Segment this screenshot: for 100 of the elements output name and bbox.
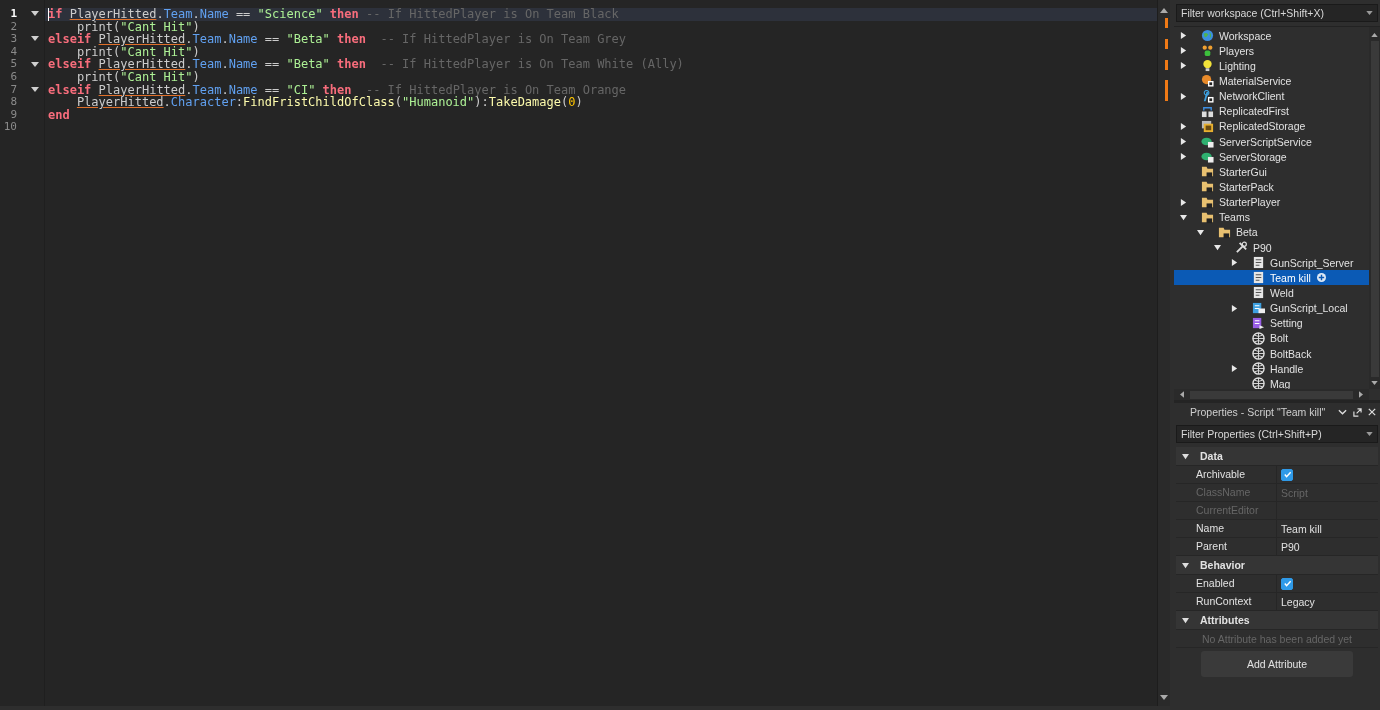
globe-icon xyxy=(1201,29,1214,43)
tree-item[interactable]: StarterGui xyxy=(1174,164,1369,180)
tree-item[interactable]: Beta xyxy=(1174,224,1369,240)
scrollbar[interactable] xyxy=(1157,0,1170,706)
expand-arrow-icon[interactable] xyxy=(1180,32,1187,40)
filter-field[interactable]: Filter workspace (Ctrl+Shift+X) xyxy=(1176,4,1378,22)
expand-arrow-icon[interactable] xyxy=(1180,122,1187,130)
expand-arrow-icon[interactable] xyxy=(1180,62,1187,70)
script-icon xyxy=(1252,271,1265,285)
line-number: 10 xyxy=(2,121,17,134)
property-value[interactable]: Legacy xyxy=(1281,595,1315,608)
material-icon xyxy=(1201,74,1214,88)
expand-arrow-icon[interactable] xyxy=(1180,138,1187,146)
property-value[interactable]: P90 xyxy=(1281,540,1300,553)
code-line: if PlayerHitted.Team.Name == "Science" then -- If HittedPlayer is On Team Black xyxy=(48,7,619,21)
folder-icon xyxy=(1218,225,1231,239)
collapse-arrow-icon[interactable] xyxy=(1182,561,1189,569)
modulescript-icon xyxy=(1252,316,1265,330)
code-line: print("Cant Hit") xyxy=(76,69,200,84)
collapse-arrow-icon[interactable] xyxy=(1182,616,1189,624)
fold-arrow-icon[interactable] xyxy=(31,60,39,69)
expand-arrow-icon[interactable] xyxy=(1231,304,1238,312)
scroll-up-arrow-icon[interactable] xyxy=(1371,33,1378,37)
expand-arrow-icon[interactable] xyxy=(1231,259,1238,267)
fold-arrow-icon[interactable] xyxy=(31,85,39,94)
checkbox[interactable] xyxy=(1281,577,1293,590)
localscript-icon xyxy=(1252,301,1265,315)
horizontal-scrollbar[interactable] xyxy=(1174,389,1369,400)
line-number: 6 xyxy=(9,70,17,84)
section-header[interactable]: Attributes xyxy=(1176,611,1378,630)
expand-arrow-icon[interactable] xyxy=(1180,153,1187,161)
players-icon xyxy=(1201,44,1214,58)
network-icon xyxy=(1201,89,1214,103)
code-line: elseif PlayerHitted.Team.Name == "CI" then -- If HittedPlayer is On Team Orange xyxy=(48,82,627,97)
scrollbar[interactable] xyxy=(1369,27,1380,389)
expand-arrow-icon[interactable] xyxy=(1214,244,1221,252)
property-name: CurrentEditor xyxy=(1176,502,1277,519)
tree-item[interactable]: NetworkClient xyxy=(1174,88,1369,104)
tree-item[interactable]: StarterPack xyxy=(1174,179,1369,195)
part-icon xyxy=(1252,347,1265,360)
expand-arrow-icon[interactable] xyxy=(1231,365,1238,373)
line-number: 2 xyxy=(9,20,17,34)
scroll-right-arrow-icon[interactable] xyxy=(1359,391,1363,398)
tree-item[interactable]: Bolt xyxy=(1174,330,1369,346)
tree-item[interactable]: GunScript_Local xyxy=(1174,300,1369,316)
filter-field[interactable]: Filter Properties (Ctrl+Shift+P) xyxy=(1176,425,1378,443)
tree-item[interactable]: Weld xyxy=(1174,285,1369,301)
tree-item[interactable]: Workspace xyxy=(1174,28,1369,44)
close-icon[interactable] xyxy=(1368,408,1376,416)
tree-item[interactable]: GunScript_Server xyxy=(1174,255,1369,271)
code-line: print("Cant Hit") xyxy=(76,44,200,59)
checkbox[interactable] xyxy=(1281,468,1293,481)
property-name: RunContext xyxy=(1176,593,1277,610)
tree-item[interactable]: P90 xyxy=(1174,239,1369,256)
change-marker xyxy=(1165,60,1168,70)
dropdown-arrow-icon[interactable] xyxy=(1366,11,1373,15)
scroll-up-arrow-icon[interactable] xyxy=(1160,8,1168,13)
code-line: print("Cant Hit") xyxy=(76,19,200,34)
add-icon[interactable] xyxy=(1316,273,1326,283)
section-header[interactable]: Data xyxy=(1176,447,1378,466)
expand-arrow-icon[interactable] xyxy=(1180,92,1187,100)
line-number: 1 xyxy=(9,8,17,21)
code-line: elseif PlayerHitted.Team.Name == "Beta" then -- If HittedPlayer is On Team Grey xyxy=(48,32,627,47)
code-line: elseif PlayerHitted.Team.Name == "Beta" then -- If HittedPlayer is On Team White (Ally) xyxy=(48,57,684,72)
expand-arrow-icon[interactable] xyxy=(1180,213,1187,221)
part-icon xyxy=(1252,331,1265,345)
tree-item[interactable]: ServerScriptService xyxy=(1174,134,1369,150)
replicated-icon xyxy=(1201,104,1214,118)
dropdown-arrow-icon[interactable] xyxy=(1366,432,1373,436)
tree-item[interactable]: Setting xyxy=(1174,315,1369,331)
tree-item[interactable]: Handle xyxy=(1174,361,1369,377)
tree-item[interactable]: Teams xyxy=(1174,209,1369,225)
section-header[interactable]: Behavior xyxy=(1176,556,1378,575)
tree-item[interactable]: ReplicatedStorage xyxy=(1174,118,1369,134)
tree-item[interactable]: Lighting xyxy=(1174,58,1369,74)
expand-arrow-icon[interactable] xyxy=(1180,198,1187,206)
tree-item[interactable]: ReplicatedFirst xyxy=(1174,103,1369,119)
tree-item[interactable]: ServerStorage xyxy=(1174,149,1369,165)
folder-icon xyxy=(1201,210,1214,224)
expand-arrow-icon[interactable] xyxy=(1197,228,1204,236)
property-name: Name xyxy=(1176,520,1277,537)
scroll-left-arrow-icon[interactable] xyxy=(1180,391,1184,398)
tree-item[interactable]: StarterPlayer xyxy=(1174,194,1369,210)
tree-item[interactable]: Mag xyxy=(1174,376,1369,389)
property-value[interactable]: Team kill xyxy=(1281,522,1322,535)
tree-item[interactable]: MaterialService xyxy=(1174,73,1369,89)
change-marker xyxy=(1165,18,1168,28)
collapse-arrow-icon[interactable] xyxy=(1182,452,1189,460)
tree-item[interactable]: Team kill xyxy=(1174,270,1369,286)
change-marker xyxy=(1165,80,1168,101)
undock-icon[interactable] xyxy=(1353,407,1362,417)
folder-icon xyxy=(1201,165,1214,179)
add-attribute-button[interactable]: Add Attribute xyxy=(1201,651,1353,677)
line-number: 4 xyxy=(9,45,17,59)
tree-item[interactable]: Players xyxy=(1174,43,1369,59)
scroll-down-arrow-icon[interactable] xyxy=(1160,695,1168,700)
expand-arrow-icon[interactable] xyxy=(1180,47,1187,55)
tree-item[interactable]: BoltBack xyxy=(1174,345,1369,362)
scroll-down-arrow-icon[interactable] xyxy=(1371,381,1378,385)
chevron-down-icon[interactable] xyxy=(1338,409,1347,415)
